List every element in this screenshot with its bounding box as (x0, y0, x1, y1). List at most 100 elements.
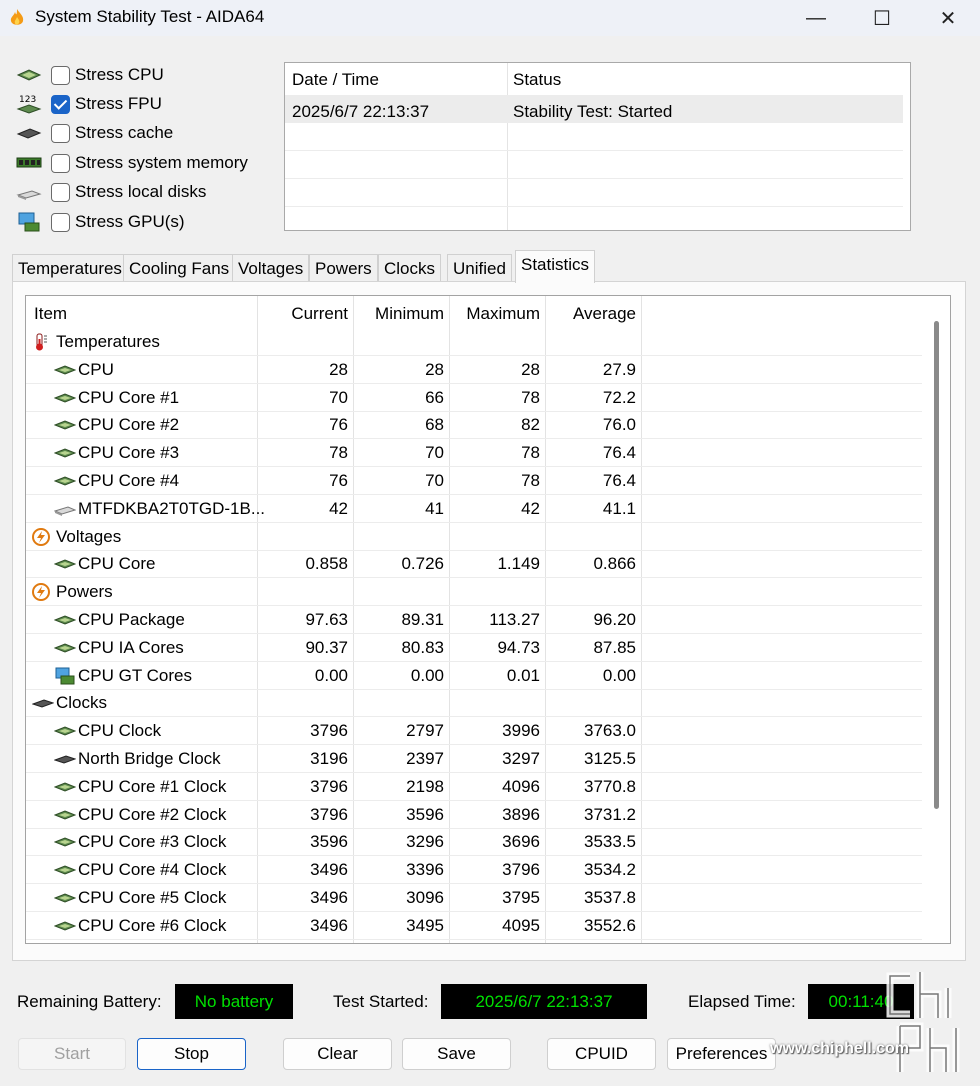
row-current-value: 3796 (310, 721, 348, 741)
row-item-label: MTFDKBA2T0TGD-1B... (78, 498, 266, 518)
cpu-chip-icon (54, 448, 76, 458)
vertical-scrollbar[interactable] (934, 321, 939, 809)
table-row[interactable]: CPU Core #2 Clock 3796 3596 3896 3731.2 (26, 801, 922, 829)
header-minimum[interactable]: Minimum (353, 304, 444, 324)
log-header-datetime[interactable]: Date / Time (292, 70, 379, 90)
close-button[interactable]: ✕ (918, 0, 978, 36)
tab-statistics[interactable]: Statistics (515, 250, 596, 283)
test-started-label: Test Started: (333, 992, 429, 1011)
tab-temperatures[interactable]: Temperatures (12, 254, 128, 282)
row-minimum-value: 70 (425, 471, 444, 490)
elapsed-time-label: Elapsed Time: (688, 992, 796, 1011)
stress-memory-checkbox[interactable] (51, 153, 70, 173)
group-row[interactable]: Temperatures (26, 328, 922, 356)
tab-powers[interactable]: Powers (309, 254, 378, 282)
row-current-value: 76 (329, 471, 348, 490)
clear-button[interactable]: Clear (283, 1038, 392, 1070)
row-item-label: CPU Package (78, 610, 185, 629)
stress-gpu-option[interactable]: Stress GPU(s) (16, 209, 256, 235)
stress-fpu-option[interactable]: 123 Stress FPU (16, 91, 256, 117)
header-average[interactable]: Average (545, 304, 636, 324)
save-button[interactable]: Save (402, 1038, 511, 1070)
stress-cpu-checkbox[interactable] (51, 65, 70, 85)
table-row[interactable]: CPU Core #5 Clock 3496 3096 3795 3537.8 (26, 884, 922, 912)
table-row[interactable]: CPU GT Cores 0.00 0.00 0.01 0.00 (26, 662, 922, 690)
row-maximum-value: 94.73 (497, 637, 540, 657)
table-row[interactable]: CPU Core #2 76 68 82 76.0 (26, 411, 922, 440)
table-row[interactable]: CPU Core #1 70 66 78 72.2 (26, 384, 922, 412)
group-row[interactable]: Powers (26, 578, 922, 607)
stress-disks-option[interactable]: Stress local disks (16, 179, 256, 205)
status-log-table[interactable]: Date / Time Status 2025/6/7 22:13:37 Sta… (284, 62, 911, 231)
tab-clocks[interactable]: Clocks (378, 254, 442, 282)
table-row[interactable]: North Bridge Clock 3196 2397 3297 3125.5 (26, 745, 922, 773)
stress-cpu-option[interactable]: Stress CPU (16, 62, 256, 88)
title-bar: System Stability Test - AIDA64 — ☐ ✕ (0, 0, 980, 36)
stress-cpu-label: Stress CPU (75, 65, 164, 84)
stress-cache-checkbox[interactable] (51, 123, 70, 143)
row-item-label: CPU Core #3 Clock (78, 832, 227, 852)
gpu-monitor-icon (55, 667, 75, 685)
preferences-button[interactable]: Preferences (667, 1038, 776, 1070)
row-item-label: Voltages (56, 526, 122, 546)
table-row[interactable]: CPU Core #4 Clock 3496 3396 3796 3534.2 (26, 856, 922, 885)
start-button[interactable]: Start (18, 1038, 126, 1070)
cpu-chip-icon (54, 810, 76, 820)
row-average-value: 76.4 (602, 471, 636, 490)
tab-cooling-fans[interactable]: Cooling Fans (123, 254, 236, 282)
lightning-icon (32, 583, 50, 602)
row-average-value: 3125.5 (584, 749, 636, 768)
row-minimum-value: 68 (425, 415, 444, 435)
row-item-label: CPU Core (78, 554, 156, 574)
row-maximum-value: 82 (521, 415, 540, 435)
cpuid-button[interactable]: CPUID (547, 1038, 656, 1070)
log-row[interactable]: 2025/6/7 22:13:37 Stability Test: Starte… (285, 95, 903, 123)
row-current-value: 3596 (310, 832, 348, 852)
header-item[interactable]: Item (34, 304, 67, 324)
flame-icon (10, 9, 24, 25)
row-average-value: 27.9 (602, 359, 636, 379)
maximize-icon: ☐ (873, 7, 891, 30)
row-maximum-value: 3696 (502, 832, 540, 852)
row-item-label: CPU (78, 359, 114, 379)
table-row[interactable]: CPU 28 28 28 27.9 (26, 356, 922, 384)
stress-gpu-checkbox[interactable] (51, 212, 70, 232)
row-average-value: 3731.2 (584, 804, 636, 824)
row-item-label: CPU Core #4 (78, 471, 180, 490)
stress-fpu-checkbox[interactable] (51, 94, 70, 114)
statistics-table[interactable]: Item Current Minimum Maximum Average Tem… (25, 295, 951, 944)
log-header-status[interactable]: Status (513, 70, 561, 90)
header-current[interactable]: Current (257, 304, 348, 324)
table-row[interactable]: CPU Clock 3796 2797 3996 3763.0 (26, 717, 922, 746)
header-maximum[interactable]: Maximum (449, 304, 540, 324)
group-row[interactable]: Clocks (26, 689, 922, 718)
table-row[interactable]: CPU Core #1 Clock 3796 2198 4096 3770.8 (26, 773, 922, 801)
cpu-chip-icon (54, 921, 76, 931)
stop-button[interactable]: Stop (137, 1038, 246, 1070)
stress-disks-checkbox[interactable] (51, 182, 70, 202)
row-minimum-value: 89.31 (401, 610, 444, 629)
cpu-chip-icon (54, 420, 76, 430)
stress-cache-option[interactable]: Stress cache (16, 120, 256, 146)
row-average-value: 3537.8 (584, 888, 636, 907)
table-row[interactable]: CPU Core #3 78 70 78 76.4 (26, 439, 922, 468)
row-maximum-value: 78 (521, 387, 540, 407)
log-row-status: Stability Test: Started (513, 102, 673, 121)
table-row[interactable]: CPU Core 0.858 0.726 1.149 0.866 (26, 550, 922, 579)
maximize-button[interactable]: ☐ (852, 0, 912, 36)
group-row[interactable]: Voltages (26, 523, 922, 551)
table-row[interactable]: CPU Core #4 76 70 78 76.4 (26, 467, 922, 495)
tab-unified[interactable]: Unified (447, 254, 512, 282)
watermark-text: www.chiphell.com (770, 1040, 909, 1057)
minimize-button[interactable]: — (786, 0, 846, 36)
row-item-label: CPU Core #1 Clock (78, 776, 227, 796)
table-row[interactable]: CPU Core #6 Clock 3496 3495 4095 3552.6 (26, 912, 922, 940)
row-item-label: CPU Core #6 Clock (78, 915, 227, 935)
table-row[interactable]: CPU Core #3 Clock 3596 3296 3696 3533.5 (26, 828, 922, 857)
stress-memory-option[interactable]: Stress system memory (16, 150, 256, 176)
table-row[interactable]: CPU IA Cores 90.37 80.83 94.73 87.85 (26, 634, 922, 662)
row-current-value: 0.00 (314, 665, 348, 685)
table-row[interactable]: MTFDKBA2T0TGD-1B... 42 41 42 41.1 (26, 495, 922, 523)
table-row[interactable]: CPU Package 97.63 89.31 113.27 96.20 (26, 606, 922, 634)
tab-voltages[interactable]: Voltages (232, 254, 310, 282)
